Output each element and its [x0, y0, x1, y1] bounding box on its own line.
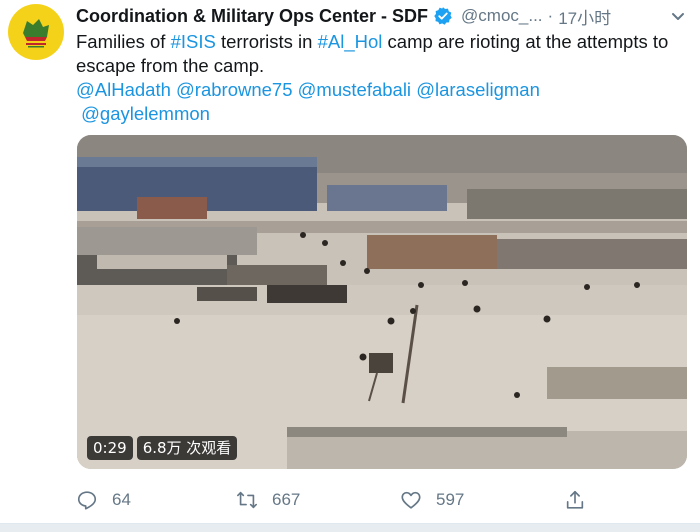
- mention-rabrowne75[interactable]: @rabrowne75: [176, 79, 292, 100]
- video-overlay: 0:29 6.8万 次观看: [87, 436, 238, 460]
- text-segment: Families of: [76, 31, 171, 52]
- tweet-divider: [0, 523, 700, 532]
- tweet-card[interactable]: Coordination & Military Ops Center - SDF…: [0, 0, 700, 532]
- verified-badge-icon: [434, 7, 452, 25]
- text-segment: terrorists in: [215, 31, 318, 52]
- video-frame: [77, 135, 687, 469]
- like-button[interactable]: 597: [400, 486, 464, 514]
- retweet-button[interactable]: 667: [236, 486, 300, 514]
- tweet-text: Families of #ISIS terrorists in #Al_Hol …: [76, 30, 688, 126]
- sdf-logo-icon: [17, 13, 55, 51]
- like-count: 597: [436, 490, 465, 509]
- mention-laraseligman[interactable]: @laraseligman: [416, 79, 540, 100]
- share-button[interactable]: [564, 486, 600, 514]
- reply-button[interactable]: 64: [76, 486, 131, 514]
- retweet-count: 667: [272, 490, 301, 509]
- reply-icon: [77, 491, 97, 510]
- video-duration: 0:29: [87, 436, 133, 460]
- separator-dot: ·: [547, 6, 554, 25]
- avatar[interactable]: [8, 4, 64, 60]
- mention-mustefabali[interactable]: @mustefabali: [298, 79, 411, 100]
- display-name[interactable]: Coordination & Military Ops Center - SDF: [76, 6, 428, 27]
- chevron-down-icon[interactable]: [670, 8, 686, 24]
- video-player[interactable]: [77, 135, 687, 469]
- retweet-icon: [237, 491, 257, 509]
- tweet-header: Coordination & Military Ops Center - SDF…: [76, 4, 611, 28]
- hashtag-isis[interactable]: #ISIS: [171, 31, 216, 52]
- action-bar: 64 667 597: [76, 486, 616, 514]
- reply-count: 64: [112, 490, 131, 509]
- share-icon: [566, 490, 584, 509]
- mention-alhadath[interactable]: @AlHadath: [76, 79, 171, 100]
- hashtag-al-hol[interactable]: #Al_Hol: [318, 31, 383, 52]
- user-handle[interactable]: @cmoc_...: [461, 6, 543, 26]
- mention-gaylelemmon[interactable]: @gaylelemmon: [81, 103, 210, 124]
- heart-icon: [401, 491, 421, 509]
- timestamp[interactable]: 17小时: [558, 4, 611, 29]
- video-view-count: 6.8万 次观看: [136, 436, 238, 460]
